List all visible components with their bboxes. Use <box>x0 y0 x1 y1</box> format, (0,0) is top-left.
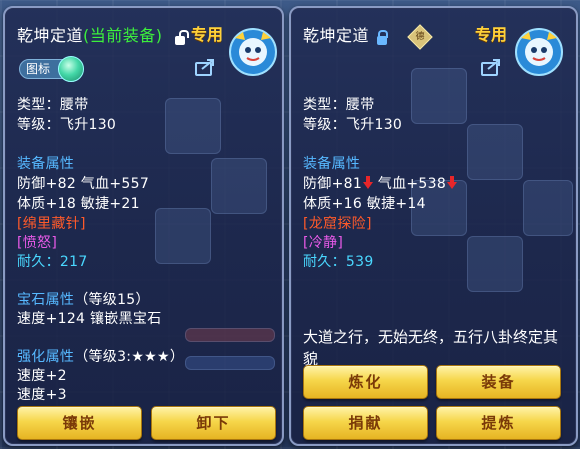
gem-header: 宝石属性 <box>17 292 75 308</box>
share-icon[interactable] <box>481 58 501 76</box>
refine-button[interactable]: 炼化 <box>303 365 428 399</box>
durability-label: 耐久： <box>17 254 60 270</box>
compare-equipment-panel: 乾坤定道 德 专用 类型：腰带 等级：飞升130 装备属性 防御+81 气血+5… <box>289 6 578 446</box>
icon-toggle-label: 图标 <box>26 62 51 76</box>
special-effect: [冷静] <box>303 235 344 251</box>
extract-button[interactable]: 提炼 <box>436 406 561 440</box>
special-skill: [龙窟探险] <box>303 216 372 232</box>
durability: 耐久：539 <box>303 251 374 271</box>
enhance-header: 强化属性 <box>17 349 75 365</box>
durability-label: 耐久： <box>303 254 346 270</box>
attr-line-1: 防御+81 气血+538 <box>303 173 458 193</box>
equip-attrs-header: 装备属性 <box>303 156 361 172</box>
background-slot <box>467 124 523 180</box>
attr-line-1: 防御+82 气血+557 <box>17 176 150 192</box>
background-slot <box>411 68 467 124</box>
inlay-button[interactable]: 镶嵌 <box>17 406 142 440</box>
background-slot <box>467 236 523 292</box>
attr-line-2: 体质+16 敏捷+14 <box>303 196 426 212</box>
attr-hp: 气血+538 <box>373 176 447 192</box>
background-slot <box>523 180 573 236</box>
item-level: 等级：飞升130 <box>17 117 117 133</box>
pet-avatar-icon <box>229 28 277 76</box>
equip-attrs-header: 装备属性 <box>17 156 75 172</box>
gem-level: （等级15） <box>74 292 150 308</box>
item-title: 乾坤定道(当前装备) <box>17 22 163 46</box>
background-slot <box>211 158 267 214</box>
durability: 耐久：217 <box>17 251 88 271</box>
durability-value: 217 <box>59 254 88 270</box>
enhance-line-2: 速度+3 <box>17 387 67 403</box>
gem-attrs: 宝石属性（等级15） <box>17 289 150 309</box>
decrease-arrow-icon <box>447 176 458 190</box>
equipped-tag: (当前装备) <box>83 26 163 45</box>
background-slot <box>155 208 211 264</box>
item-name: 乾坤定道 <box>17 26 84 45</box>
flavor-text: 大道之行，无始无终，五行八卦终定其貌 <box>303 328 559 368</box>
item-type: 类型：腰带 <box>17 97 89 113</box>
seal-icon: 德 <box>407 24 433 50</box>
decrease-arrow-icon <box>363 176 374 190</box>
unlock-icon[interactable] <box>175 30 189 45</box>
pet-avatar-icon <box>515 28 563 76</box>
green-orb-icon <box>58 56 85 82</box>
durability-value: 539 <box>345 254 374 270</box>
gem-line: 速度+124 镶嵌黑宝石 <box>17 311 162 327</box>
item-name: 乾坤定道 <box>303 26 370 45</box>
background-slot <box>165 98 221 154</box>
lock-icon[interactable] <box>377 30 388 45</box>
enhance-line-1: 速度+2 <box>17 368 67 384</box>
unequip-button[interactable]: 卸下 <box>151 406 276 440</box>
exclusive-label: 专用 <box>191 25 224 44</box>
attr-line-2: 体质+18 敏捷+21 <box>17 196 140 212</box>
special-effect: [愤怒] <box>17 235 58 251</box>
attr-defense: 防御+81 <box>303 176 363 192</box>
equip-button[interactable]: 装备 <box>436 365 561 399</box>
share-icon[interactable] <box>195 58 215 76</box>
item-title: 乾坤定道 <box>303 22 369 46</box>
enhance-level: （等级3:★★★） <box>74 349 185 365</box>
current-equipment-panel: 乾坤定道(当前装备) 专用 图标 类型：腰带 等级：飞升130 装备属性 防御+… <box>3 6 284 446</box>
icon-toggle-badge[interactable]: 图标 <box>19 56 85 82</box>
enhance-attrs: 强化属性（等级3:★★★） <box>17 346 184 366</box>
special-skill: [绵里藏针] <box>17 216 86 232</box>
donate-button[interactable]: 捐献 <box>303 406 428 440</box>
item-level: 等级：飞升130 <box>303 117 403 133</box>
item-type: 类型：腰带 <box>303 97 375 113</box>
exclusive-label: 专用 <box>475 25 508 44</box>
background-mp-bar <box>185 356 275 370</box>
background-hp-bar <box>185 328 275 342</box>
